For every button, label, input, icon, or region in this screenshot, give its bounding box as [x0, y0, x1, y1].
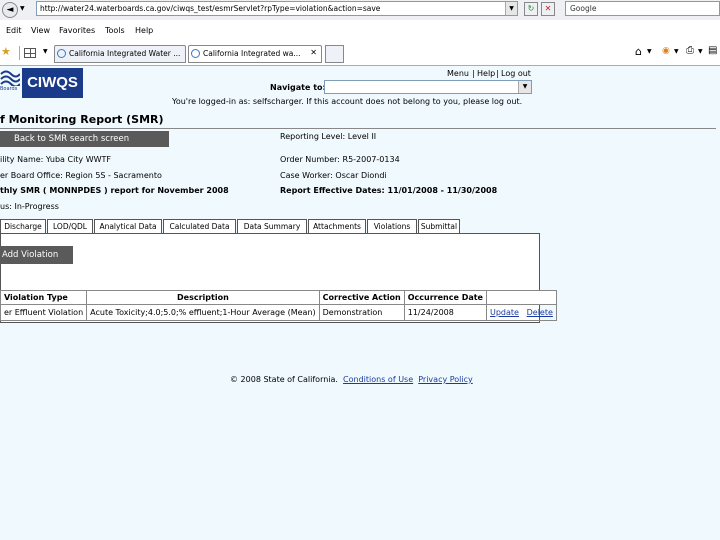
- search-input[interactable]: Google: [565, 1, 720, 16]
- cell-actions: Update Delete: [485, 304, 557, 321]
- update-link[interactable]: Update: [490, 308, 519, 317]
- case-worker: Case Worker: Oscar Diondi: [280, 171, 387, 180]
- browser-tab-label: California Integrated Water ...: [69, 49, 181, 58]
- add-violation-button[interactable]: Add Violation: [0, 246, 73, 264]
- feeds-icon[interactable]: ◉: [662, 46, 670, 56]
- navigate-label: Navigate to:: [270, 83, 326, 92]
- browser-tab-1[interactable]: California Integrated Water ...: [54, 45, 186, 63]
- print-dropdown-icon[interactable]: ▼: [698, 48, 703, 55]
- new-tab-button[interactable]: [325, 45, 344, 63]
- report-status: us: In-Progress: [0, 202, 59, 211]
- menu-tools[interactable]: Tools: [105, 26, 125, 35]
- ciwqs-logo: CIWQS: [22, 68, 83, 98]
- help-link[interactable]: Help: [477, 69, 495, 78]
- report-name: thly SMR ( MONNPDES ) report for Novembe…: [0, 186, 229, 195]
- favorites-star-icon[interactable]: ★: [1, 45, 11, 58]
- menu-help[interactable]: Help: [135, 26, 153, 35]
- address-field[interactable]: http://water24.waterboards.ca.gov/ciwqs_…: [36, 1, 518, 16]
- tab-attachments[interactable]: Attachments: [308, 219, 366, 233]
- link-separator: |: [472, 69, 475, 78]
- home-dropdown-icon[interactable]: ▼: [647, 48, 652, 55]
- copyright-text: © 2008 State of California.: [230, 375, 338, 384]
- menu-edit[interactable]: Edit: [6, 26, 22, 35]
- refresh-icon[interactable]: ↻: [524, 2, 538, 16]
- tab-discharge[interactable]: Discharge: [0, 219, 46, 233]
- menu-favorites[interactable]: Favorites: [59, 26, 95, 35]
- address-bar-row: ◄ ▼ http://water24.waterboards.ca.gov/ci…: [0, 0, 720, 21]
- print-icon[interactable]: ⎙: [686, 45, 694, 56]
- address-text: http://water24.waterboards.ca.gov/ciwqs_…: [40, 4, 381, 13]
- column-header-corrective-action: Corrective Action: [318, 290, 405, 305]
- tab-violations[interactable]: Violations: [367, 219, 417, 234]
- home-icon[interactable]: ⌂: [635, 45, 642, 58]
- column-header-description: Description: [86, 290, 320, 305]
- browser-tab-row: ★ ▼ California Integrated Water ... Cali…: [0, 42, 720, 66]
- search-placeholder: Google: [570, 4, 597, 13]
- column-header-actions: [485, 290, 557, 305]
- chevron-down-icon[interactable]: ▼: [518, 81, 531, 93]
- report-effective-dates: Report Effective Dates: 11/01/2008 - 11/…: [280, 186, 498, 195]
- board-office: er Board Office: Region 5S - Sacramento: [0, 171, 162, 180]
- cell-occurrence-date: 11/24/2008: [403, 304, 487, 321]
- address-dropdown-icon[interactable]: ▼: [505, 2, 517, 15]
- history-dropdown-icon[interactable]: ▼: [20, 5, 25, 12]
- stop-icon[interactable]: ✕: [541, 2, 555, 16]
- quick-tabs-icon[interactable]: [24, 48, 36, 58]
- tab-list-dropdown-icon[interactable]: ▼: [43, 48, 48, 55]
- back-nav-icon[interactable]: ◄: [2, 2, 18, 18]
- tab-lod-qdl[interactable]: LOD/QDL: [47, 219, 93, 233]
- logo-boards-text: Boards: [0, 86, 18, 92]
- menu-view[interactable]: View: [31, 26, 50, 35]
- table-row: er Effluent Violation Acute Toxicity;4.0…: [0, 304, 557, 321]
- cell-description: Acute Toxicity;4.0;5.0;% effluent;1-Hour…: [86, 304, 320, 321]
- ie-page-icon: [191, 49, 200, 58]
- menu-bar: Edit View Favorites Tools Help: [0, 20, 720, 41]
- divider: [0, 128, 716, 129]
- tab-submittal[interactable]: Submittal: [418, 219, 460, 233]
- close-tab-icon[interactable]: ✕: [310, 48, 317, 57]
- reporting-level: Reporting Level: Level II: [280, 132, 377, 141]
- tab-analytical-data[interactable]: Analytical Data: [94, 219, 162, 233]
- page-menu-icon[interactable]: ▤: [708, 45, 717, 56]
- privacy-policy-link[interactable]: Privacy Policy: [418, 375, 473, 384]
- column-header-occurrence-date: Occurrence Date: [403, 290, 487, 305]
- separator: [19, 46, 20, 60]
- browser-tab-label: California Integrated wa...: [203, 49, 301, 58]
- order-number: Order Number: R5-2007-0134: [280, 155, 400, 164]
- logout-link[interactable]: Log out: [501, 69, 531, 78]
- menu-link[interactable]: Menu: [447, 69, 469, 78]
- ie-page-icon: [57, 49, 66, 58]
- browser-tab-2[interactable]: California Integrated wa... ✕: [188, 45, 322, 63]
- delete-link[interactable]: Delete: [527, 308, 553, 317]
- footer: © 2008 State of California. Conditions o…: [230, 375, 473, 384]
- page-title: f Monitoring Report (SMR): [0, 113, 164, 126]
- water-boards-logo-icon: [0, 70, 20, 86]
- column-header-violation-type: Violation Type: [0, 290, 88, 305]
- cell-corrective-action: Demonstration: [318, 304, 405, 321]
- table-header-row: Violation Type Description Corrective Ac…: [0, 290, 557, 305]
- facility-name: ility Name: Yuba City WWTF: [0, 155, 112, 164]
- feeds-dropdown-icon[interactable]: ▼: [674, 48, 679, 55]
- logged-in-notice: You're logged-in as: selfscharger. If th…: [172, 97, 523, 106]
- back-to-search-button[interactable]: Back to SMR search screen: [0, 131, 169, 147]
- cell-violation-type: er Effluent Violation: [0, 304, 88, 321]
- tab-data-summary[interactable]: Data Summary: [237, 219, 307, 233]
- tab-calculated-data[interactable]: Calculated Data: [163, 219, 236, 233]
- violations-table: Violation Type Description Corrective Ac…: [0, 290, 557, 321]
- conditions-of-use-link[interactable]: Conditions of Use: [343, 375, 413, 384]
- navigate-select[interactable]: ▼: [324, 80, 532, 94]
- link-separator: |: [496, 69, 499, 78]
